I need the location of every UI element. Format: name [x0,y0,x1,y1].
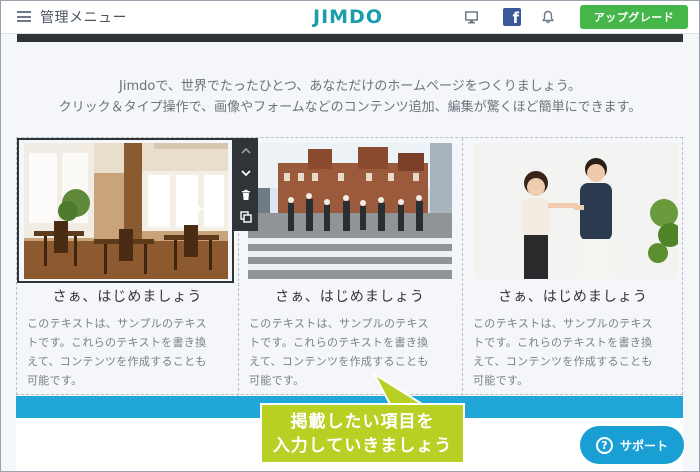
monitor-icon[interactable] [465,11,478,24]
admin-menu-button[interactable]: 管理メニュー [17,0,127,34]
chevron-down-icon [241,170,251,177]
crosswalk-photo[interactable] [248,143,452,279]
move-down-button[interactable] [234,162,258,184]
column-module[interactable]: さぁ、はじめましょう このテキストは、サンプルのテキス トです。これらのテキスト… [16,137,683,396]
move-icon[interactable] [194,197,218,221]
intro-text[interactable]: Jimdoで、世界でたったひとつ、あなただけのホームページをつくりましょう。 ク… [0,76,700,118]
callout-line-2: 入力していきましょう [272,436,453,456]
callout-pointer [373,373,423,405]
move-up-button[interactable] [234,140,258,162]
card-body-text[interactable]: このテキストは、サンプルのテキス トです。これらのテキストを書き換 えて、コンテ… [473,314,683,390]
duplicate-button[interactable] [234,206,258,228]
column-card-1[interactable]: さぁ、はじめましょう このテキストは、サンプルのテキス トです。これらのテキスト… [17,138,238,394]
question-icon: ? [595,436,613,454]
card-title[interactable]: さぁ、はじめましょう [463,286,683,306]
couple-photo[interactable] [474,143,678,279]
hamburger-icon [17,11,31,22]
support-button[interactable]: ? サポート [580,426,684,464]
jimdo-logo[interactable]: JIMDO [313,6,383,28]
admin-menu-label: 管理メニュー [40,9,127,26]
intro-line-2: クリック＆タイプ操作で、画像やフォームなどのコンテンツ追加、編集が驚くほど簡単に… [58,100,642,115]
chevron-up-icon [241,147,251,154]
delete-button[interactable] [234,184,258,206]
card-title[interactable]: さぁ、はじめましょう [239,286,461,306]
header-banner-edge [17,34,683,42]
column-card-2[interactable]: さぁ、はじめましょう このテキストは、サンプルのテキス トです。これらのテキスト… [239,138,461,394]
facebook-icon[interactable]: f [503,8,521,27]
instruction-callout: 掲載したい項目を 入力していきましょう [260,403,465,464]
upgrade-button[interactable]: アップグレード [580,5,688,29]
card-title[interactable]: さぁ、はじめましょう [17,286,238,306]
top-bar: 管理メニュー JIMDO f アップグレード [0,0,700,34]
copy-icon [240,211,252,223]
card-body-text[interactable]: このテキストは、サンプルのテキス トです。これらのテキストを書き換 えて、コンテ… [27,314,237,390]
support-label: サポート [619,438,668,453]
module-toolbar [234,138,258,231]
trash-icon [242,189,250,200]
bell-icon[interactable] [541,10,555,24]
column-card-3[interactable]: さぁ、はじめましょう このテキストは、サンプルのテキス トです。これらのテキスト… [463,138,683,394]
callout-line-1: 掲載したい項目を [290,412,435,432]
intro-line-1: Jimdoで、世界でたったひとつ、あなただけのホームページをつくりましょう。 [119,79,581,94]
